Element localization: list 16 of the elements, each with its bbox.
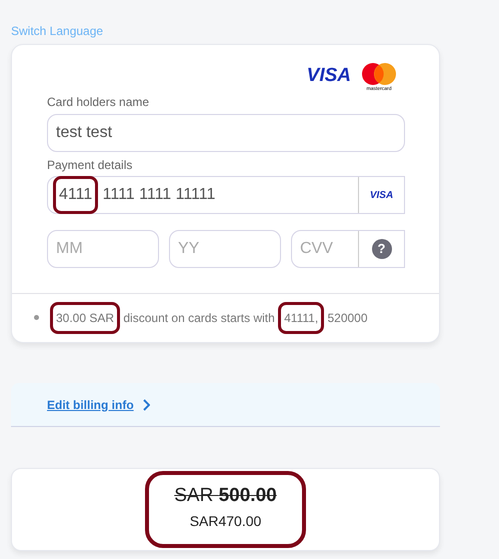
expiry-field[interactable]: MM [47, 230, 159, 268]
discounted-price: SAR470.00 [190, 512, 262, 530]
chevron-right-icon [142, 398, 150, 410]
edit-billing-link[interactable]: Edit billing info [47, 396, 134, 414]
field-label: Card holders name [47, 95, 150, 109]
field-label: Payment details [47, 158, 134, 172]
highlight-mark: 30.00 SAR [50, 302, 120, 334]
expiry-field[interactable]: YY [169, 230, 281, 268]
visa-logo: VISA [306, 65, 351, 87]
bullet-icon [34, 315, 39, 320]
cvv-field[interactable]: CVV ? [291, 230, 405, 268]
highlight-mark: 41111, [278, 302, 324, 334]
mastercard-logo-icon [361, 62, 397, 86]
help-icon[interactable]: ? [372, 239, 392, 259]
original-price: SAR 500.00 [174, 485, 277, 507]
name-field[interactable]: test test [47, 114, 405, 152]
